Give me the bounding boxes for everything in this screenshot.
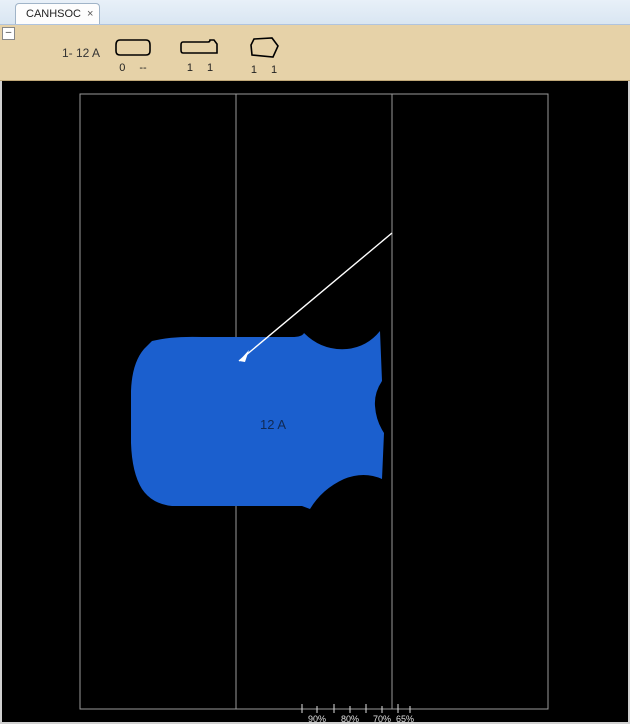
ruler-label-70: 70% <box>373 714 391 724</box>
shape-num-right: 1 <box>271 64 277 76</box>
tab-title: CANHSOC <box>26 8 81 20</box>
piece-label: 12 A <box>260 417 286 432</box>
pattern-piece[interactable] <box>131 331 384 509</box>
shape-polygon[interactable]: 1 1 <box>248 36 280 76</box>
shape-num-right: 1 <box>207 62 213 74</box>
tab-bar: CANHSOC × <box>0 0 630 25</box>
ruler-label-65: 65% <box>396 714 414 724</box>
collapse-button[interactable]: – <box>2 27 15 40</box>
shape-num-left: 1 <box>187 62 193 74</box>
shape-num-left: 1 <box>251 64 257 76</box>
shape-nums: 0 -- <box>119 62 146 74</box>
shape-num-left: 0 <box>119 62 125 74</box>
app-window: CANHSOC × – 1- 12 A 0 -- <box>0 0 630 724</box>
shape-piece[interactable]: 1 1 <box>180 36 220 74</box>
shape-group: 0 -- 1 1 <box>114 30 280 76</box>
tab-canhsoc[interactable]: CANHSOC × <box>15 3 100 24</box>
shape-num-right: -- <box>139 62 146 74</box>
canvas-svg: 12 A 90% 80% 70% 65% <box>2 81 628 724</box>
tab-close-icon[interactable]: × <box>87 9 93 20</box>
toolbar-label: 1- 12 A <box>40 46 100 60</box>
ruler-label-80: 80% <box>341 714 359 724</box>
shape-nums: 1 1 <box>187 62 213 74</box>
ruler-label-90: 90% <box>308 714 326 724</box>
shape-rounded[interactable]: 0 -- <box>114 36 152 74</box>
toolbar: – 1- 12 A 0 -- <box>0 25 630 81</box>
shape-rounded-icon <box>114 36 152 58</box>
shape-nums: 1 1 <box>251 64 277 76</box>
canvas-area[interactable]: 12 A 90% 80% 70% 65% <box>0 81 630 724</box>
shape-polygon-icon <box>248 36 280 60</box>
shape-piece-icon <box>180 36 220 58</box>
